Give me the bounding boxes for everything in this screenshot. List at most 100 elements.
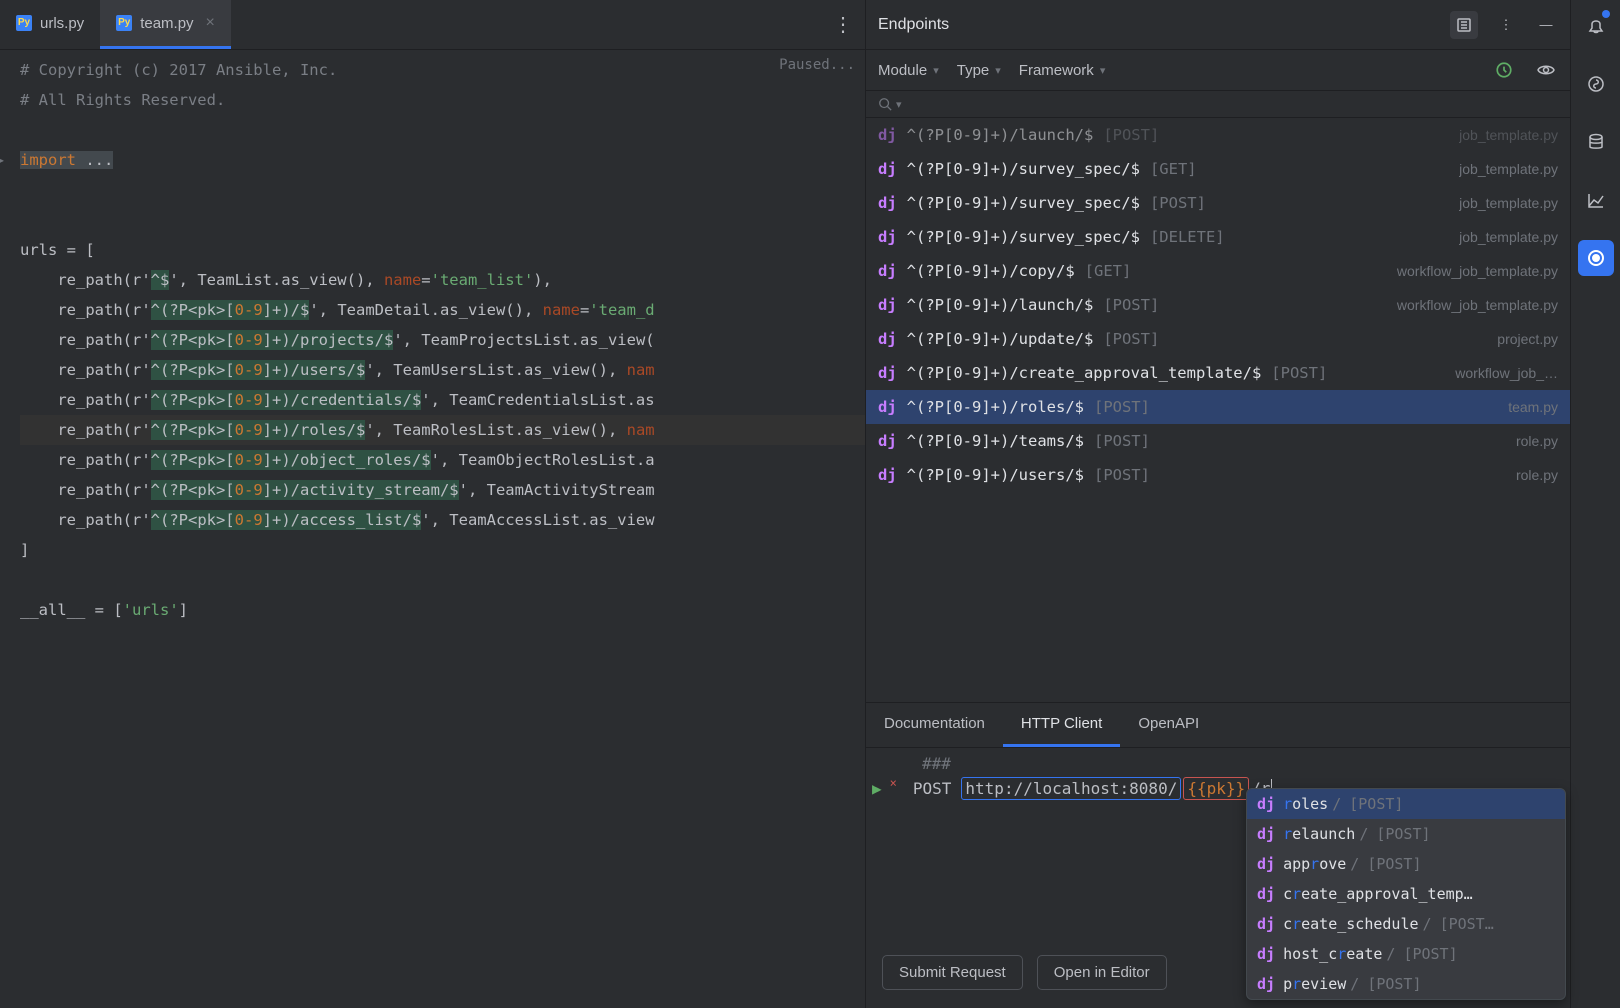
endpoint-path: ^(?P[0-9]+)/launch/$ (907, 126, 1094, 144)
endpoint-row[interactable]: dj ^(?P[0-9]+)/copy/$ [GET] workflow_job_te… (866, 254, 1570, 288)
endpoint-path: ^(?P[0-9]+)/survey_spec/$ (907, 228, 1140, 246)
close-icon[interactable]: × (206, 14, 215, 32)
endpoints-tool-icon[interactable] (1578, 240, 1614, 276)
endpoint-file: job_template.py (1459, 161, 1558, 177)
visibility-icon[interactable] (1534, 58, 1558, 82)
endpoint-path: ^(?P[0-9]+)/update/$ (907, 330, 1094, 348)
code-line: re_path(r'^$', TeamList.as_view(), name=… (20, 265, 865, 295)
tab-overflow-icon[interactable]: ⋮ (821, 12, 865, 37)
autocomplete-popup: djroles/ [POST]djrelaunch/ [POST]djappro… (1246, 788, 1566, 1000)
filter-type[interactable]: Type▾ (957, 62, 1001, 79)
open-in-editor-button[interactable]: Open in Editor (1037, 955, 1167, 990)
code-line: __all__ = ['urls'] (20, 595, 865, 625)
endpoint-row[interactable]: dj ^(?P[0-9]+)/survey_spec/$ [DELETE] job_t… (866, 220, 1570, 254)
chart-icon[interactable] (1578, 182, 1614, 218)
endpoint-row[interactable]: dj^(?P[0-9]+)/launch/$[POST]job_template… (866, 118, 1570, 152)
endpoint-row[interactable]: dj^(?P[0-9]+)/survey_spec/$[POST]job_tem… (866, 186, 1570, 220)
http-url[interactable]: http://localhost:8080/{{pk}}/r (961, 779, 1272, 798)
endpoint-file: job_template.py (1459, 229, 1558, 245)
tab-label: urls.py (40, 15, 84, 32)
autocomplete-item[interactable]: djcreate_schedule/ [POST… (1247, 909, 1565, 939)
endpoint-row[interactable]: dj^(?P[0-9]+)/create_approval_template/$… (866, 356, 1570, 390)
code-line: re_path(r'^(?P<pk>[0-9]+)/activity_strea… (20, 475, 865, 505)
framework-badge: dj (878, 296, 897, 314)
endpoint-row[interactable]: dj^(?P[0-9]+)/users/$[POST]role.py (866, 458, 1570, 492)
autocomplete-item[interactable]: djroles/ [POST] (1247, 789, 1565, 819)
endpoint-method: [POST] (1271, 364, 1327, 382)
more-icon[interactable]: ⋮ (1494, 13, 1518, 37)
framework-badge: dj (878, 262, 897, 280)
filter-framework[interactable]: Framework▾ (1019, 62, 1106, 79)
framework-badge: dj (1257, 975, 1275, 993)
endpoint-method: [POST] (1094, 466, 1150, 484)
framework-badge: dj (1257, 885, 1275, 903)
endpoint-row[interactable]: dj^(?P[0-9]+)/teams/$[POST]role.py (866, 424, 1570, 458)
code-line (20, 175, 865, 205)
autocomplete-item[interactable]: djrelaunch/ [POST] (1247, 819, 1565, 849)
minimize-icon[interactable]: — (1534, 13, 1558, 37)
code-line: # All Rights Reserved. (20, 85, 865, 115)
editor-tabs: Py urls.py Py team.py × ⋮ (0, 0, 865, 50)
notification-dot (1602, 10, 1610, 18)
framework-badge: dj (878, 126, 897, 144)
code-line: urls = [ (20, 235, 865, 265)
autocomplete-item[interactable]: djhost_create/ [POST] (1247, 939, 1565, 969)
framework-badge: dj (1257, 855, 1275, 873)
endpoint-method: [POST] (1094, 432, 1150, 450)
endpoint-method: [POST] (1103, 296, 1159, 314)
endpoint-path: ^(?P[0-9]+)/survey_spec/$ (907, 194, 1140, 212)
endpoint-search[interactable]: ▾ (866, 91, 1570, 118)
tab-openapi[interactable]: OpenAPI (1120, 703, 1217, 747)
http-client-area[interactable]: ### ▶ × POST http://localhost:8080/{{pk}… (866, 748, 1570, 1008)
endpoint-file: workflow_job_template.py (1397, 263, 1558, 279)
code-editor[interactable]: Paused... # Copyright (c) 2017 Ansible, … (0, 50, 865, 1008)
chevron-down-icon: ▾ (1100, 64, 1106, 77)
error-marker-icon: × (890, 776, 897, 790)
endpoint-row[interactable]: dj^(?P[0-9]+)/roles/$[POST]team.py (866, 390, 1570, 424)
code-line: re_path(r'^(?P<pk>[0-9]+)/$', TeamDetail… (20, 295, 865, 325)
autocomplete-item[interactable]: djapprove/ [POST] (1247, 849, 1565, 879)
framework-badge: dj (878, 330, 897, 348)
framework-badge: dj (878, 194, 897, 212)
endpoint-list: dj ^(?P[0-9]+)/launch/$ [POST] job_template… (866, 118, 1570, 702)
expand-icon[interactable] (1450, 11, 1478, 39)
endpoint-row[interactable]: dj^(?P[0-9]+)/launch/$[POST]workflow_job… (866, 288, 1570, 322)
debug-status: Paused... (779, 50, 855, 80)
tab-documentation[interactable]: Documentation (866, 703, 1003, 747)
endpoint-path: ^(?P[0-9]+)/roles/$ (907, 398, 1084, 416)
fold-icon[interactable]: ▸ (0, 145, 5, 175)
code-line: ▸import ... (20, 145, 865, 175)
framework-badge: dj (878, 228, 897, 246)
tab-urls-py[interactable]: Py urls.py (0, 0, 100, 49)
code-line (20, 115, 865, 145)
endpoint-method: [GET] (1150, 160, 1197, 178)
framework-badge: dj (1257, 825, 1275, 843)
endpoint-file: workflow_job_… (1455, 365, 1558, 381)
endpoint-file: role.py (1516, 433, 1558, 449)
run-icon[interactable]: ▶ (872, 779, 882, 798)
endpoint-row[interactable]: dj^(?P[0-9]+)/update/$[POST]project.py (866, 322, 1570, 356)
submit-request-button[interactable]: Submit Request (882, 955, 1023, 990)
endpoint-method: [DELETE] (1150, 228, 1225, 246)
autocomplete-item[interactable]: djpreview/ [POST] (1247, 969, 1565, 999)
framework-badge: dj (878, 160, 897, 178)
filter-module[interactable]: Module▾ (878, 62, 939, 79)
database-icon[interactable] (1578, 124, 1614, 160)
refresh-icon[interactable] (1492, 58, 1516, 82)
tab-http-client[interactable]: HTTP Client (1003, 703, 1120, 747)
endpoint-method: [GET] (1085, 262, 1132, 280)
framework-badge: dj (878, 432, 897, 450)
notifications-icon[interactable] (1578, 8, 1614, 44)
code-line: # Copyright (c) 2017 Ansible, Inc. (20, 55, 865, 85)
autocomplete-item[interactable]: djcreate_approval_temp… (1247, 879, 1565, 909)
endpoint-method: [POST] (1103, 330, 1159, 348)
endpoint-file: job_template.py (1459, 127, 1558, 143)
endpoint-method: [POST] (1150, 194, 1206, 212)
endpoint-row[interactable]: dj^(?P[0-9]+)/survey_spec/$[GET]job_temp… (866, 152, 1570, 186)
framework-badge: dj (1257, 945, 1275, 963)
search-icon (878, 97, 892, 111)
ai-assistant-icon[interactable] (1578, 66, 1614, 102)
tab-team-py[interactable]: Py team.py × (100, 0, 231, 49)
code-line (20, 565, 865, 595)
endpoint-path: ^(?P[0-9]+)/copy/$ (907, 262, 1075, 280)
